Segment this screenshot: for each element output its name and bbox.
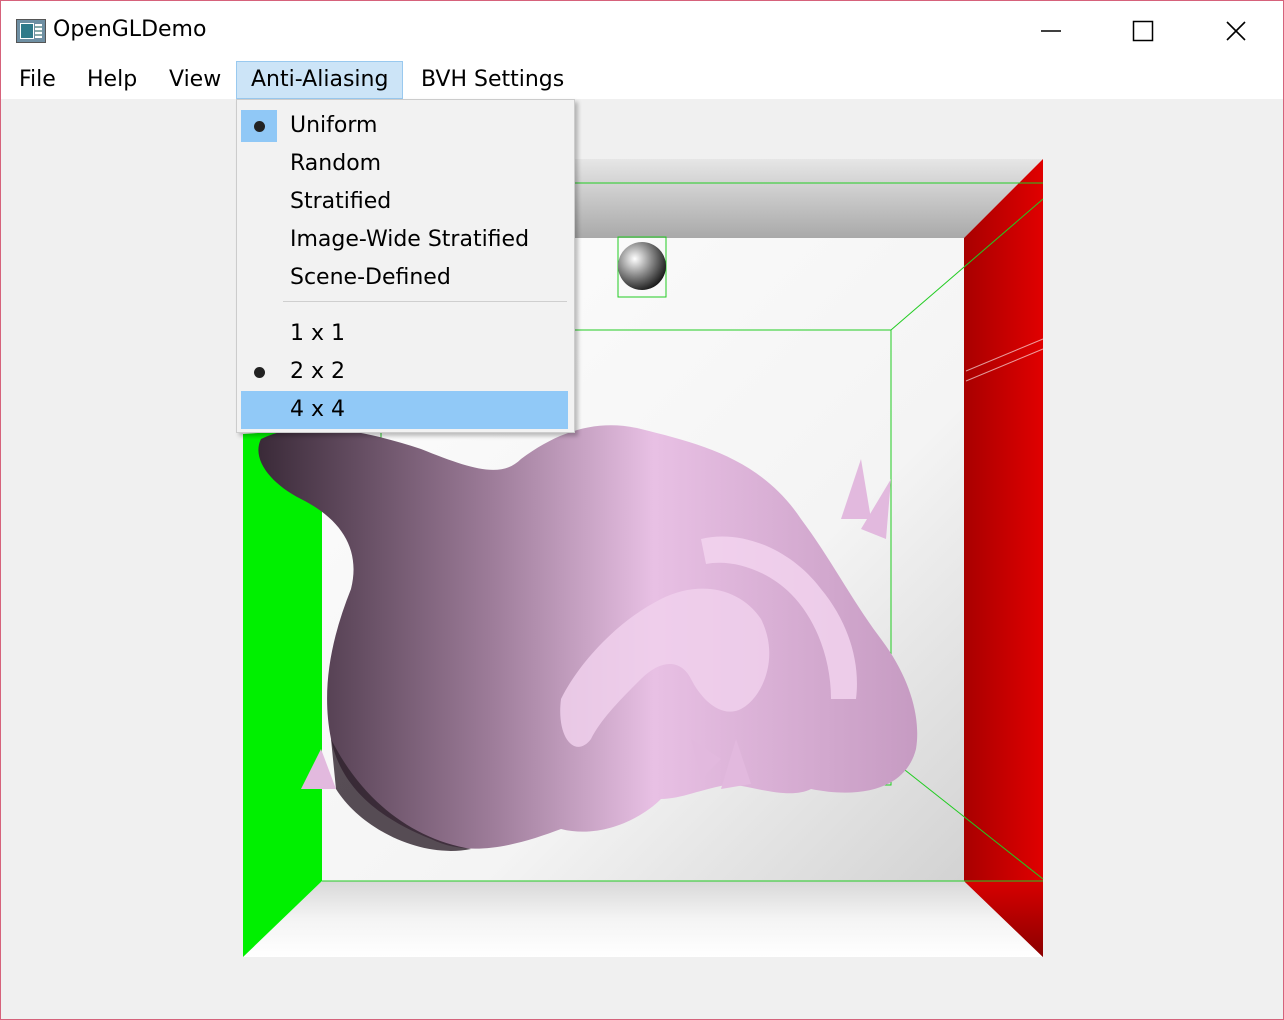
menu-option-4x4[interactable]: 4 x 4 — [241, 391, 568, 429]
app-window: OpenGLDemo File Help View Anti-Aliasing … — [0, 0, 1284, 1020]
maximize-button[interactable] — [1097, 1, 1189, 61]
option-label: Uniform — [290, 113, 378, 138]
menu-help[interactable]: Help — [73, 61, 151, 99]
option-label: Image-Wide Stratified — [290, 227, 530, 252]
menu-separator — [283, 301, 567, 302]
menu-file[interactable]: File — [5, 61, 70, 99]
option-label: Random — [290, 151, 382, 176]
anti-aliasing-dropdown: Uniform Random Stratified Image-Wide Str… — [236, 99, 575, 433]
option-label: 1 x 1 — [290, 321, 345, 346]
right-wall — [964, 159, 1043, 957]
menu-option-stratified[interactable]: Stratified — [241, 183, 568, 221]
option-label: Stratified — [290, 189, 392, 214]
opengl-viewport[interactable] — [1, 99, 1283, 1019]
selected-dot-icon — [254, 121, 265, 132]
left-wall — [243, 429, 322, 957]
render-canvas[interactable] — [1, 99, 1283, 1019]
menu-option-uniform[interactable]: Uniform — [241, 107, 568, 145]
option-label: 2 x 2 — [290, 359, 345, 384]
menu-option-image-wide-stratified[interactable]: Image-Wide Stratified — [241, 221, 568, 259]
selected-dot-icon — [254, 367, 265, 378]
menu-option-1x1[interactable]: 1 x 1 — [241, 315, 568, 353]
menu-option-2x2[interactable]: 2 x 2 — [241, 353, 568, 391]
menu-anti-aliasing[interactable]: Anti-Aliasing — [236, 61, 404, 99]
close-button[interactable] — [1190, 1, 1282, 61]
minimize-icon — [1041, 30, 1061, 32]
sphere — [618, 242, 666, 290]
title-bar[interactable]: OpenGLDemo — [1, 1, 1283, 61]
radio-check-indicator — [241, 110, 277, 142]
radio-check-indicator — [241, 356, 277, 388]
minimize-button[interactable] — [1005, 1, 1097, 61]
close-icon — [1226, 21, 1246, 41]
option-label: Scene-Defined — [290, 265, 451, 290]
menu-bar: File Help View Anti-Aliasing BVH Setting… — [1, 61, 1283, 99]
option-label: 4 x 4 — [290, 397, 345, 422]
menu-option-random[interactable]: Random — [241, 145, 568, 183]
maximize-icon — [1132, 20, 1154, 42]
menu-bvh-settings[interactable]: BVH Settings — [407, 61, 578, 99]
menu-view[interactable]: View — [155, 61, 235, 99]
menu-option-scene-defined[interactable]: Scene-Defined — [241, 259, 568, 297]
window-title: OpenGLDemo — [53, 17, 207, 42]
app-icon — [16, 19, 46, 43]
